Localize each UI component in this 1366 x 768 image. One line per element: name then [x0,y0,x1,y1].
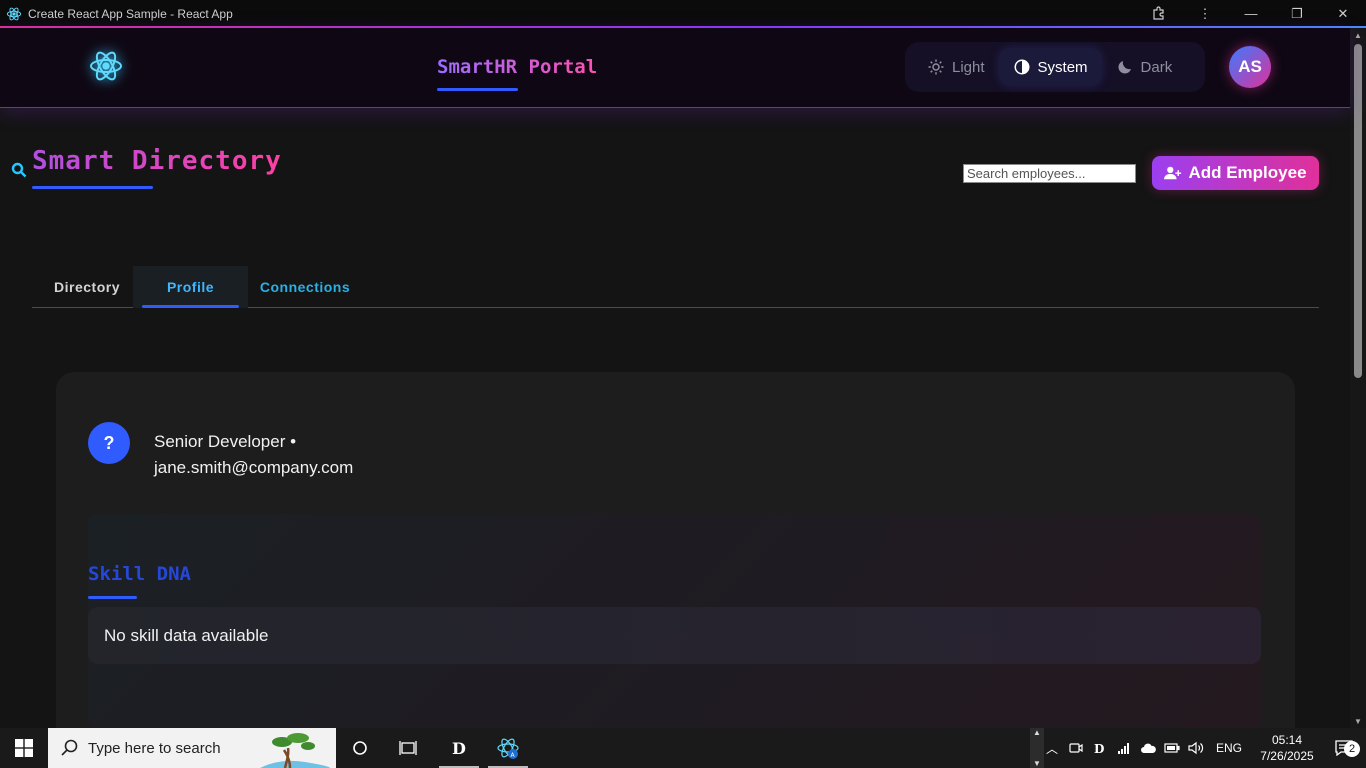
brand-underline [437,88,518,91]
task-view-icon[interactable] [388,728,428,768]
svg-text:D: D [452,739,466,758]
taskbar-search-box[interactable]: Type here to search [48,728,336,768]
add-employee-label: Add Employee [1188,163,1307,182]
windows-taskbar: Type here to search D A ▲ ▼ ︿ D ENG 05:1… [0,728,1366,768]
react-logo-icon[interactable] [88,48,124,84]
page-scrollbar[interactable]: ▲ ▼ [1350,28,1366,728]
skill-title-underline [88,596,137,599]
window-controls: ⋮ — ❐ ✕ [1136,0,1366,27]
cortana-icon[interactable] [340,728,380,768]
profile-avatar: ? [88,422,130,464]
scroll-up-arrow-icon[interactable]: ▲ [1350,28,1366,42]
window-title: Create React App Sample - React App [28,6,233,21]
taskbar-react-app-icon[interactable]: A [488,728,528,768]
close-button[interactable]: ✕ [1320,0,1366,27]
battery-icon[interactable] [1160,728,1184,768]
search-icon [11,162,27,178]
more-options-icon[interactable]: ⋮ [1182,0,1228,27]
bonsai-tree-icon [260,733,330,768]
tab-bar: Directory Profile Connections [32,266,1319,308]
profile-email: jane.smith@company.com [154,458,354,477]
tab-label: Connections [259,279,351,295]
language-indicator[interactable]: ENG [1216,741,1242,755]
windows-logo-icon [15,739,33,757]
tab-directory[interactable]: Directory [42,266,132,308]
taskbar-clock[interactable]: 05:14 7/26/2025 [1252,732,1322,764]
moon-icon [1118,61,1131,74]
windows-start-button[interactable] [0,728,48,768]
theme-option-light[interactable]: Light [913,48,999,86]
active-tab-indicator [142,305,239,308]
theme-option-label: Light [952,58,985,76]
skill-empty-message: No skill data available [88,607,1261,664]
employee-search-input[interactable] [963,164,1136,183]
add-user-icon [1164,166,1182,180]
extensions-icon[interactable] [1136,0,1182,27]
sun-icon [928,59,944,75]
restore-button[interactable]: ❐ [1274,0,1320,27]
notification-count-badge: 2 [1344,741,1360,757]
system-tray: ︿ D ENG 05:14 7/26/2025 2 [1040,728,1366,768]
scrollbar-thumb[interactable] [1354,44,1362,378]
app-header: SmartHR Portal Light System Dark AS [0,28,1350,108]
action-center-button[interactable]: 2 [1322,728,1366,768]
taskbar-search-placeholder: Type here to search [88,739,221,757]
tab-label: Directory [54,279,120,295]
window-title-bar: Create React App Sample - React App ⋮ — … [0,0,1366,28]
clock-time: 05:14 [1271,733,1303,747]
taskbar-app-d-icon[interactable]: D [439,728,479,768]
profile-role: Senior Developer • [154,432,297,451]
skill-dna-title: Skill DNA [88,563,191,585]
brand-title[interactable]: SmartHR Portal [437,56,597,78]
add-employee-button[interactable]: Add Employee [1152,156,1319,190]
signal-bars-icon[interactable] [1112,728,1136,768]
theme-option-label: System [1037,58,1088,76]
theme-option-dark[interactable]: Dark [1102,48,1187,86]
minimize-button[interactable]: — [1228,0,1274,27]
clock-date: 7/26/2025 [1260,749,1314,763]
page-title: Smart Directory [32,146,282,176]
tray-app-d-icon[interactable]: D [1088,728,1112,768]
search-icon [61,739,78,756]
onedrive-cloud-icon[interactable] [1136,728,1160,768]
chevron-up-icon[interactable]: ︿ [1040,728,1064,768]
tab-label: Profile [166,279,215,295]
title-underline [32,186,153,189]
theme-option-system[interactable]: System [998,48,1102,86]
svg-text:D: D [1094,742,1104,755]
user-avatar[interactable]: AS [1229,46,1271,88]
tab-profile[interactable]: Profile [133,266,248,308]
camera-icon[interactable] [1064,728,1088,768]
tab-connections[interactable]: Connections [255,266,355,308]
volume-icon[interactable] [1184,728,1208,768]
react-app-icon [6,7,22,20]
scroll-down-arrow-icon[interactable]: ▼ [1350,714,1366,728]
theme-switcher: Light System Dark [905,42,1205,92]
theme-option-label: Dark [1140,58,1173,76]
half-circle-icon [1014,59,1030,75]
